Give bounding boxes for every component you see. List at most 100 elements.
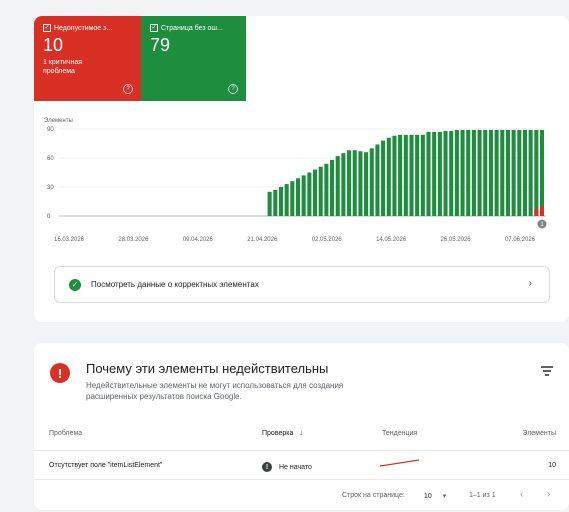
- chevron-right-icon: ›: [528, 278, 532, 289]
- x-tick-label: 26.05.2026: [441, 237, 472, 243]
- chart-bar: [534, 129, 539, 216]
- help-icon[interactable]: ?: [123, 84, 133, 94]
- valid-tile-label: Страница без ош...: [161, 24, 223, 32]
- column-header-check[interactable]: Проверка ↓: [262, 430, 303, 437]
- chart-bar: [364, 152, 369, 216]
- chart-bar: [500, 129, 505, 216]
- chart-bar: [273, 189, 278, 216]
- chart-bar: [420, 134, 425, 216]
- x-tick-label: 07.06.2026: [505, 237, 536, 243]
- chart-bar: [386, 137, 391, 216]
- row-problem[interactable]: Отсутствует поле "itemListElement": [49, 462, 162, 469]
- column-header-problem: Проблема: [49, 430, 83, 437]
- filter-icon[interactable]: [541, 366, 553, 376]
- chart-bar: [494, 129, 499, 216]
- chart-bar: [409, 134, 414, 216]
- chart-bar: [488, 129, 493, 216]
- chart-bar: [522, 129, 528, 216]
- pagination-range: 1–1 из 1: [469, 492, 496, 499]
- rows-per-page-select[interactable]: 10 ▾: [424, 492, 446, 500]
- table-divider: [34, 450, 569, 451]
- row-items: 10: [548, 462, 556, 469]
- chart-bar: [403, 134, 408, 216]
- chart-bar: [539, 206, 545, 216]
- chart-bar: [375, 144, 380, 216]
- invalid-items-tile[interactable]: ✓ Недопустимое з... 10 1 критичная пробл…: [34, 16, 141, 101]
- help-icon[interactable]: ?: [228, 84, 238, 94]
- error-icon: !: [50, 363, 70, 383]
- check-circle-icon: ✓: [69, 278, 81, 291]
- valid-items-tile[interactable]: ✓ Страница без ош... 79 ?: [141, 16, 246, 101]
- chart-bar: [347, 150, 352, 216]
- chart-bar: [483, 129, 488, 216]
- chart-bar: [539, 129, 545, 216]
- chart-bar: [443, 130, 448, 216]
- y-axis-label: Элементы: [44, 118, 73, 124]
- chart-bar: [312, 169, 318, 216]
- chart-bar: [318, 166, 323, 216]
- x-tick-label: 21.04.2026: [247, 237, 278, 243]
- rows-per-page-label: Строк на странице:: [342, 492, 405, 499]
- row-check: ! Не начато: [262, 462, 312, 472]
- chart-bar: [301, 175, 306, 216]
- sort-arrow-down-icon: ↓: [299, 430, 303, 437]
- chart-bar: [392, 135, 397, 216]
- dropdown-arrow-icon: ▾: [442, 493, 447, 500]
- column-header-trend: Тенденция: [382, 430, 418, 437]
- checkbox-checked-icon[interactable]: ✓: [43, 24, 51, 32]
- issues-description: Недействительные элементы не могут испол…: [86, 381, 344, 401]
- chart-bar: [295, 178, 301, 216]
- chart-bar: [437, 131, 442, 216]
- chart-bar: [460, 129, 465, 216]
- view-valid-items-label: Посмотреть данные о корректных элементах: [91, 280, 259, 289]
- checkbox-checked-icon[interactable]: ✓: [150, 24, 158, 32]
- chart-bar: [358, 151, 363, 216]
- view-valid-items-button[interactable]: ✓ Посмотреть данные о корректных элемент…: [54, 266, 550, 303]
- y-tick-label: 90: [47, 127, 54, 133]
- chart-bar: [511, 129, 516, 216]
- status-not-started-icon: !: [262, 462, 272, 472]
- chart-bar: [330, 159, 335, 216]
- prev-page-icon[interactable]: ‹: [520, 489, 523, 500]
- chart-bar: [517, 129, 522, 216]
- chart-bar: [505, 129, 510, 216]
- x-tick-label: 09.04.2026: [183, 237, 214, 243]
- chart-bar: [324, 163, 329, 216]
- rows-per-page-value: 10: [424, 493, 432, 500]
- chart-bar: [352, 150, 357, 216]
- table-divider: [34, 479, 569, 480]
- chart-bar: [471, 129, 476, 216]
- next-page-icon[interactable]: ›: [547, 489, 550, 500]
- chart-bar: [267, 191, 272, 216]
- items-chart: Элементы 0 30 60 90 16.03.2026 28.03.2026 09.04…: [44, 118, 547, 243]
- row-check-label: Не начато: [279, 463, 312, 471]
- valid-count: 79: [150, 35, 171, 55]
- chart-bar: [466, 129, 471, 216]
- chart-bar: [335, 156, 340, 216]
- column-header-items: Элементы: [522, 430, 556, 437]
- x-tick-label: 16.03.2026: [54, 237, 85, 243]
- critical-issues-text: 1 критичная проблема: [43, 58, 83, 75]
- chart-bar: [449, 130, 454, 216]
- chart-bar: [278, 187, 284, 216]
- chart-bar: [454, 129, 459, 216]
- chart-bar: [369, 148, 374, 216]
- y-tick-label: 30: [47, 185, 54, 191]
- y-tick-label: 0: [47, 214, 51, 220]
- x-tick-label: 02.05.2026: [312, 237, 343, 243]
- x-tick-label: 14.05.2026: [376, 237, 407, 243]
- chart-bar: [341, 153, 346, 216]
- chart-bar: [381, 140, 386, 216]
- x-tick-label: 28.03.2026: [118, 237, 149, 243]
- chart-bar: [534, 209, 539, 216]
- invalid-count: 10: [43, 35, 64, 55]
- chart-bar: [426, 131, 431, 216]
- issues-card: ! Почему эти элементы недействительны Не…: [34, 343, 569, 510]
- invalid-tile-label: Недопустимое з...: [54, 24, 113, 32]
- chart-bar: [284, 184, 289, 216]
- chart-bar: [528, 129, 533, 216]
- y-tick-label: 60: [47, 156, 54, 162]
- chart-bar: [477, 129, 482, 216]
- chart-bar: [415, 134, 420, 216]
- column-header-check-label: Проверка: [262, 430, 294, 437]
